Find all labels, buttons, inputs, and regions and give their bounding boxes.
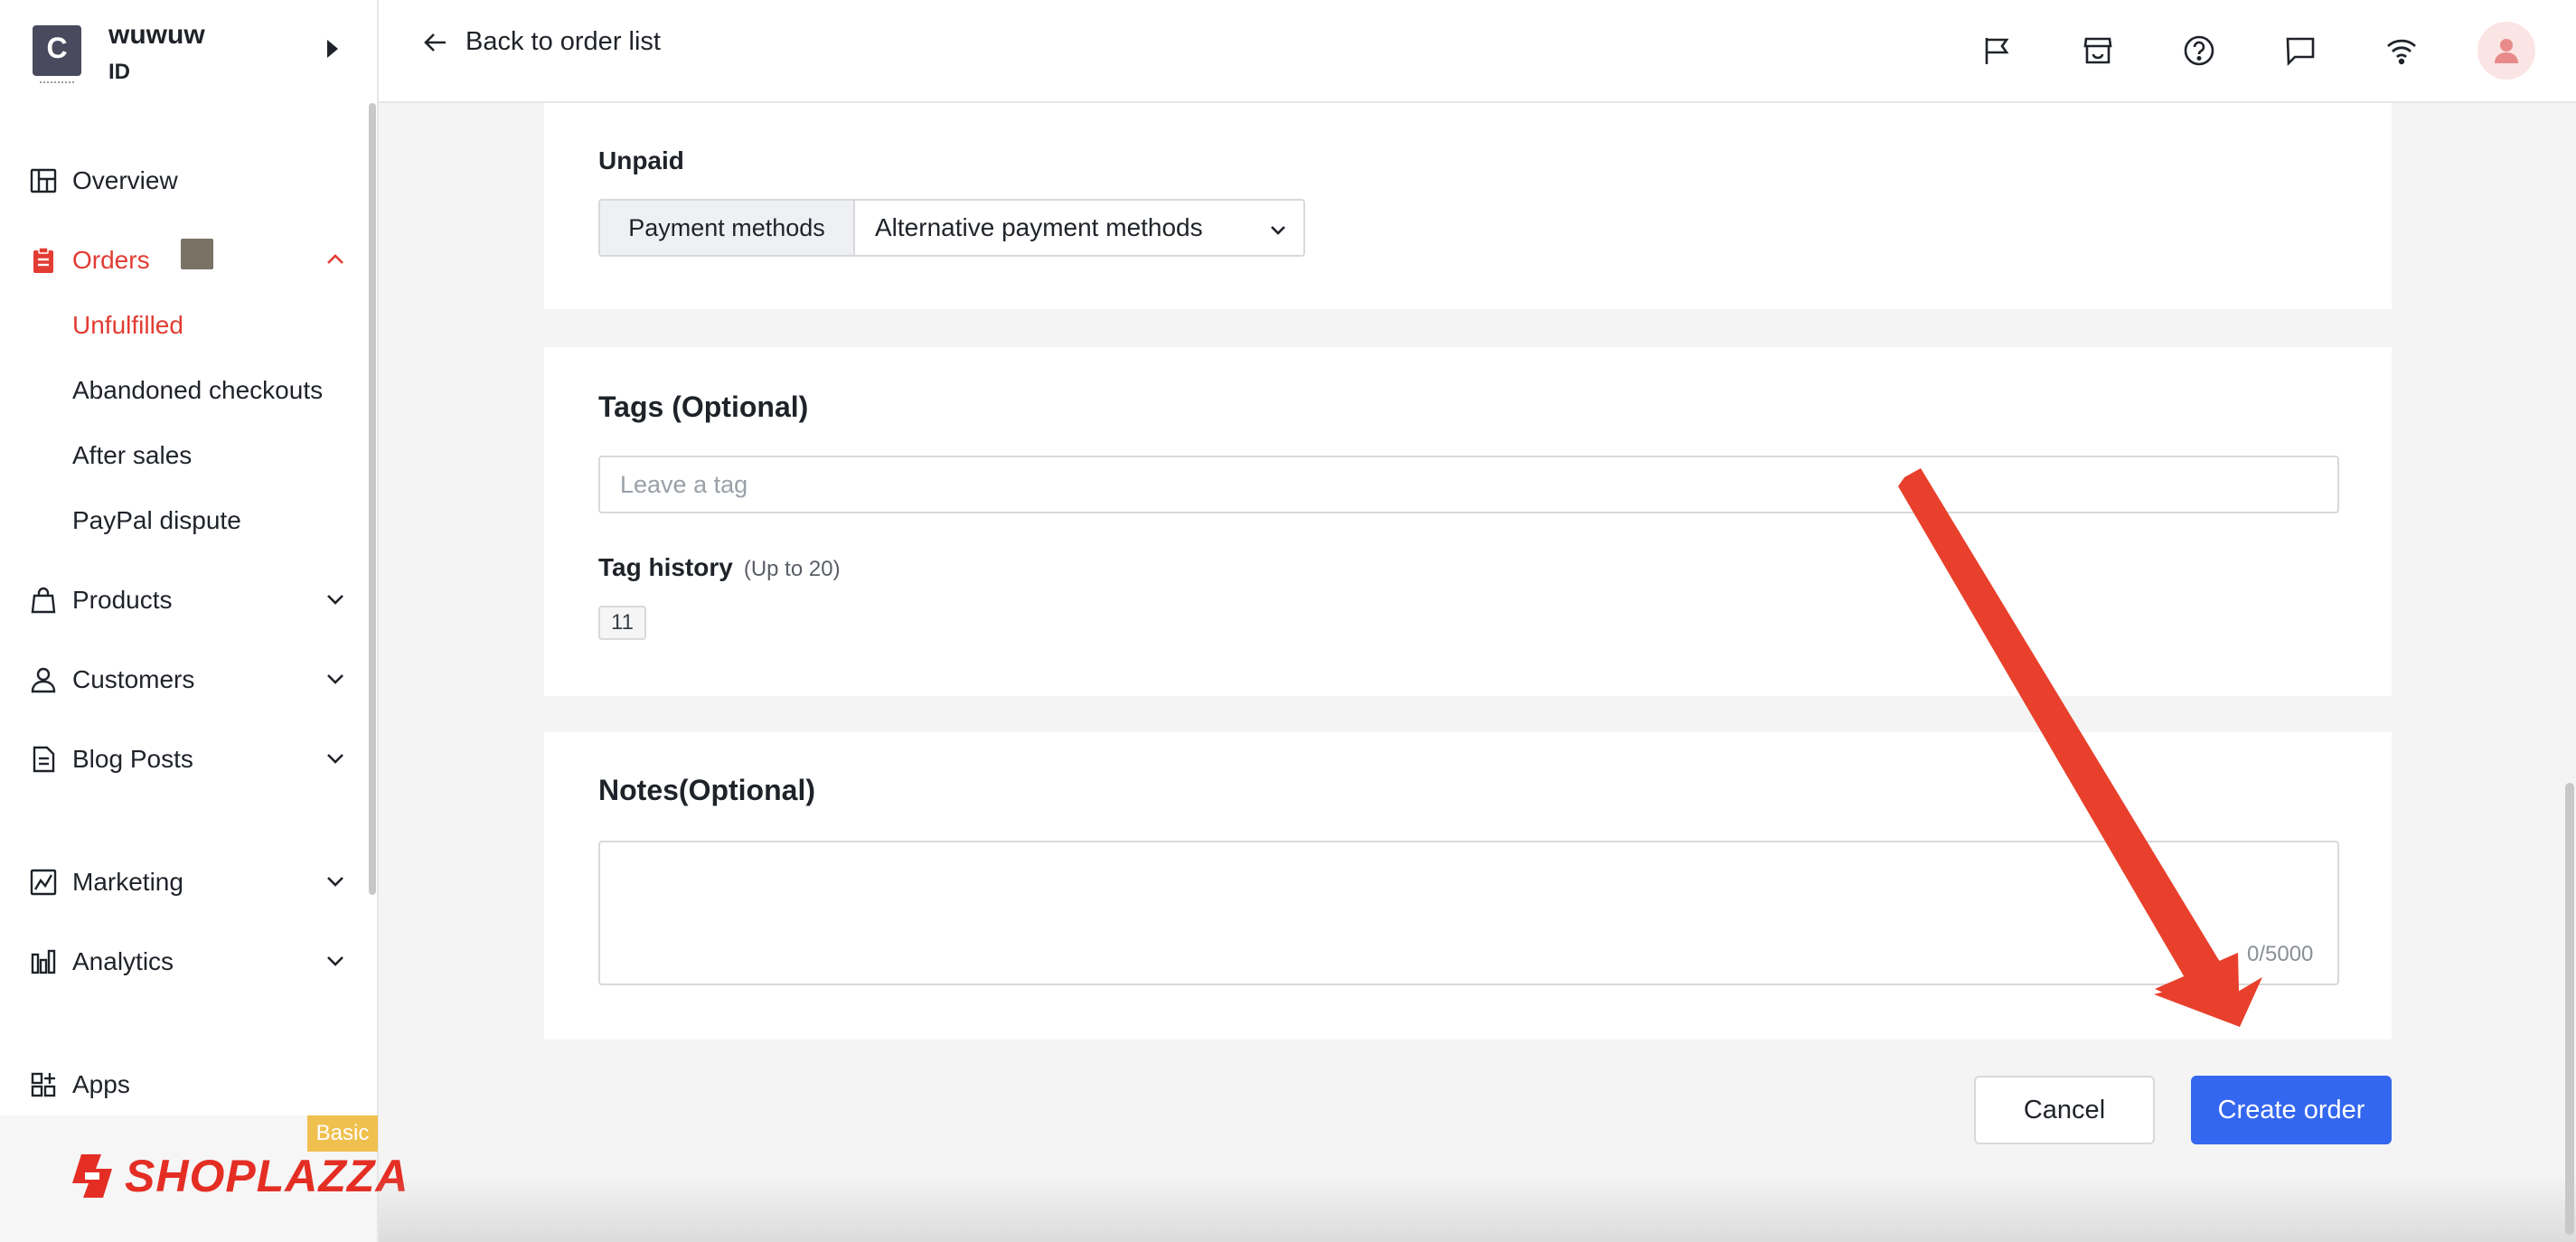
sidebar-item-label: Apps xyxy=(72,1070,130,1098)
shoplazza-logo: SHOPLAZZA xyxy=(69,1150,409,1202)
payment-methods-label: Payment methods xyxy=(600,201,855,255)
sidebar-item-analytics[interactable]: Analytics xyxy=(27,936,353,987)
payment-method-select[interactable]: Alternative payment methods xyxy=(855,201,1303,255)
sidebar-item-label: Blog Posts xyxy=(72,745,193,773)
tag-history: Tag history (Up to 20) xyxy=(598,553,841,582)
sidebar: C wuwuw ID Overview Orders Unfulfilled A… xyxy=(0,0,409,1242)
bottom-shadow xyxy=(379,1175,2576,1242)
tag-history-title: Tag history xyxy=(598,553,733,581)
notes-character-count: 0/5000 xyxy=(2247,942,2314,966)
store-switcher[interactable]: C wuwuw ID xyxy=(0,0,377,103)
bar-chart-icon xyxy=(27,946,60,978)
document-icon xyxy=(27,743,60,776)
flag-icon[interactable] xyxy=(1977,31,2017,71)
caret-right-icon[interactable] xyxy=(327,40,338,58)
store-icon[interactable] xyxy=(2078,31,2118,71)
chevron-up-icon[interactable] xyxy=(324,248,347,278)
sidebar-item-products[interactable]: Products xyxy=(27,575,353,626)
plan-badge: Basic xyxy=(307,1115,378,1152)
sidebar-subitem-after-sales[interactable]: After sales xyxy=(72,441,192,470)
sidebar-item-apps[interactable]: Apps xyxy=(27,1059,353,1110)
main-scrollbar[interactable] xyxy=(2565,783,2574,1235)
chevron-down-icon[interactable] xyxy=(324,667,347,697)
payment-status: Unpaid xyxy=(598,146,684,174)
back-to-order-list-link[interactable]: Back to order list xyxy=(422,27,661,57)
back-label: Back to order list xyxy=(465,27,661,56)
store-logo: C xyxy=(33,25,81,83)
top-bar: Back to order list xyxy=(379,0,2576,103)
chevron-down-icon xyxy=(1271,226,1285,235)
tags-title: Tags (Optional) xyxy=(598,390,809,423)
tags-card: Tags (Optional) Tag history (Up to 20) 1… xyxy=(544,347,2392,696)
payment-method-group: Payment methods Alternative payment meth… xyxy=(598,199,1305,257)
sidebar-scrollbar[interactable] xyxy=(369,103,376,895)
orders-badge xyxy=(181,239,213,269)
sidebar-item-label: Customers xyxy=(72,665,195,693)
sidebar-item-label: Orders xyxy=(72,246,150,274)
notes-card: Notes(Optional) 0/5000 xyxy=(544,732,2392,1040)
store-id: ID xyxy=(108,60,130,84)
layout-icon xyxy=(27,165,60,197)
sidebar-item-label: Marketing xyxy=(72,868,183,896)
bag-icon xyxy=(27,584,60,616)
clipboard-icon xyxy=(27,244,60,277)
sidebar-item-marketing[interactable]: Marketing xyxy=(27,857,353,908)
tag-history-chip[interactable]: 11 xyxy=(598,606,646,640)
apps-grid-icon xyxy=(27,1068,60,1101)
sidebar-item-customers[interactable]: Customers xyxy=(27,654,353,705)
sidebar-item-blog-posts[interactable]: Blog Posts xyxy=(27,734,353,785)
payment-method-value: Alternative payment methods xyxy=(875,213,1203,241)
create-order-button[interactable]: Create order xyxy=(2191,1076,2392,1144)
cancel-button[interactable]: Cancel xyxy=(1974,1076,2155,1144)
chevron-down-icon[interactable] xyxy=(324,588,347,617)
avatar-icon[interactable] xyxy=(2477,22,2535,80)
notes-textarea[interactable] xyxy=(598,841,2339,985)
sidebar-subitem-paypal-dispute[interactable]: PayPal dispute xyxy=(72,506,241,535)
sidebar-item-label: Overview xyxy=(72,166,178,194)
store-name: wuwuw xyxy=(108,20,205,50)
person-icon xyxy=(27,663,60,696)
payment-card: Unpaid Payment methods Alternative payme… xyxy=(544,103,2392,309)
chevron-down-icon[interactable] xyxy=(324,870,347,899)
tag-input[interactable] xyxy=(598,456,2339,513)
notes-title: Notes(Optional) xyxy=(598,774,815,806)
chevron-down-icon[interactable] xyxy=(324,949,347,979)
marketing-icon xyxy=(27,866,60,899)
help-icon[interactable] xyxy=(2179,31,2219,71)
sidebar-item-overview[interactable]: Overview xyxy=(27,155,353,206)
chat-icon[interactable] xyxy=(2280,31,2320,71)
tag-history-hint: (Up to 20) xyxy=(743,557,841,581)
chevron-down-icon[interactable] xyxy=(324,747,347,776)
sidebar-subitem-unfulfilled[interactable]: Unfulfilled xyxy=(72,311,183,340)
sidebar-item-label: Analytics xyxy=(72,947,174,975)
arrow-left-icon xyxy=(424,33,446,52)
sidebar-subitem-abandoned-checkouts[interactable]: Abandoned checkouts xyxy=(72,376,323,405)
sidebar-item-label: Products xyxy=(72,586,173,614)
wifi-icon[interactable] xyxy=(2382,31,2421,71)
shoplazza-mark-icon xyxy=(72,1154,112,1198)
